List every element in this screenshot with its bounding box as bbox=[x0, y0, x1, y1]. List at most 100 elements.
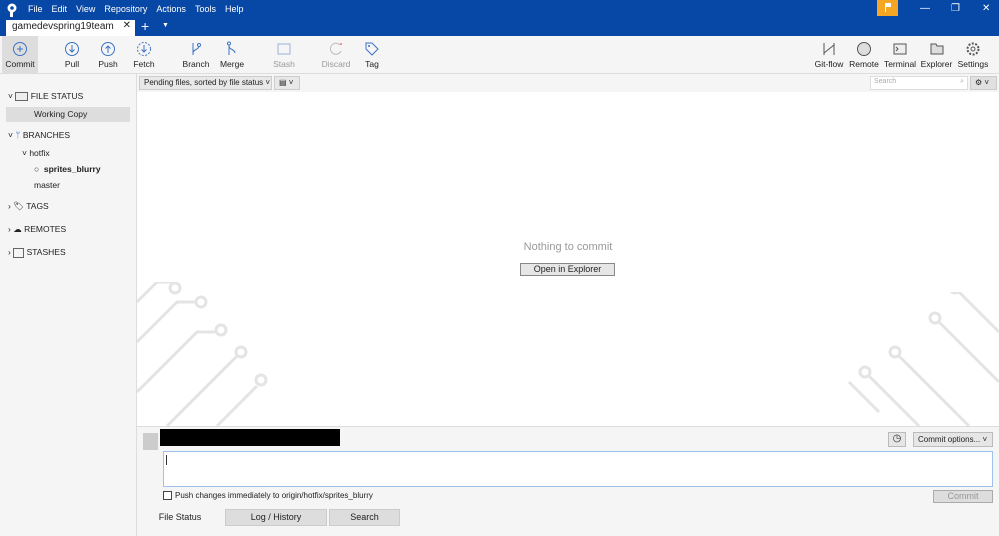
current-branch-label: sprites_blurry bbox=[43, 164, 101, 174]
close-window-button[interactable]: ✕ bbox=[982, 3, 990, 14]
tag-icon: 🏷 bbox=[13, 201, 24, 211]
branch-master[interactable]: master bbox=[34, 178, 134, 193]
monitor-icon bbox=[15, 92, 29, 102]
branch-button[interactable]: Branch bbox=[182, 36, 210, 73]
commit-options-dropdown[interactable]: Commit options... ˅ bbox=[913, 432, 993, 447]
new-tab-button[interactable]: + bbox=[141, 18, 149, 34]
plus-circle-icon bbox=[13, 42, 27, 56]
working-copy-label: Working Copy bbox=[34, 109, 88, 119]
commit-button[interactable]: Commit bbox=[2, 36, 38, 73]
menu-repository[interactable]: Repository bbox=[104, 4, 147, 14]
avatar bbox=[143, 433, 158, 450]
branch-icon bbox=[192, 43, 201, 55]
toolbar: Commit Pull Push Fetch Branch Merge Stas… bbox=[0, 36, 999, 74]
menu-bar: File Edit View Repository Actions Tools … bbox=[28, 4, 243, 14]
stashes-section[interactable]: › STASHES bbox=[8, 245, 137, 260]
commit-submit-button[interactable]: Commit bbox=[933, 490, 993, 503]
minimize-button[interactable]: — bbox=[920, 3, 930, 14]
commit-label: Commit bbox=[5, 59, 35, 69]
pull-button[interactable]: Pull bbox=[58, 36, 86, 73]
sort-dropdown[interactable]: Pending files, sorted by file status ˅ bbox=[139, 76, 272, 90]
menu-view[interactable]: View bbox=[76, 4, 95, 14]
settings-button[interactable]: Settings bbox=[956, 36, 990, 73]
stash-button[interactable]: Stash bbox=[270, 36, 298, 73]
branch-sprites-blurry[interactable]: ○ sprites_blurry bbox=[34, 162, 134, 177]
folder-icon bbox=[930, 43, 943, 55]
tag-button[interactable]: Tag bbox=[358, 36, 386, 73]
redacted-author bbox=[160, 429, 340, 446]
terminal-label: Terminal bbox=[883, 59, 917, 69]
branch-folder-hotfix[interactable]: ˅ hotfix bbox=[22, 146, 132, 161]
current-branch-icon: ○ bbox=[34, 164, 40, 174]
menu-file[interactable]: File bbox=[28, 4, 43, 14]
file-status-section[interactable]: ˅ FILE STATUS bbox=[8, 89, 137, 104]
tab-log-history[interactable]: Log / History bbox=[225, 509, 327, 526]
merge-icon bbox=[227, 41, 236, 55]
globe-icon bbox=[857, 42, 871, 56]
push-immediately-label: Push changes immediately to origin/hotfi… bbox=[175, 491, 373, 500]
settings-label: Settings bbox=[957, 59, 989, 69]
search-input[interactable]: Search ⌕ bbox=[870, 76, 968, 90]
remotes-label: REMOTES bbox=[24, 224, 67, 234]
search-icon: ⌕ bbox=[960, 78, 964, 85]
push-label: Push bbox=[98, 59, 118, 69]
notification-flag-button[interactable] bbox=[877, 0, 898, 16]
explorer-button[interactable]: Explorer bbox=[920, 36, 953, 73]
cloud-icon: ☁ bbox=[13, 224, 22, 234]
pull-label: Pull bbox=[64, 59, 80, 69]
sidebar-item-working-copy[interactable]: Working Copy bbox=[6, 107, 130, 122]
terminal-button[interactable]: Terminal bbox=[883, 36, 917, 73]
commit-panel: ◷ Commit options... ˅ Push changes immed… bbox=[137, 426, 999, 536]
stash-label: Stash bbox=[273, 59, 295, 69]
tab-search[interactable]: Search bbox=[329, 509, 400, 526]
fetch-button[interactable]: Fetch bbox=[130, 36, 158, 73]
restore-button[interactable]: ❐ bbox=[951, 3, 960, 14]
search-placeholder: Search bbox=[874, 78, 897, 85]
discard-button[interactable]: Discard bbox=[320, 36, 352, 73]
menu-actions[interactable]: Actions bbox=[156, 4, 186, 14]
menu-help[interactable]: Help bbox=[225, 4, 244, 14]
tags-section[interactable]: › 🏷 TAGS bbox=[8, 199, 137, 214]
remotes-section[interactable]: › ☁ REMOTES bbox=[8, 222, 137, 237]
gear-icon bbox=[966, 42, 980, 56]
repo-tab[interactable]: gamedevspring19team ✕ bbox=[6, 20, 135, 36]
push-immediately-checkbox[interactable]: Push changes immediately to origin/hotfi… bbox=[163, 491, 373, 500]
sidebar: ˅ FILE STATUS Working Copy ˅ ᛘ BRANCHES … bbox=[0, 74, 137, 536]
commit-options-label: Commit options... bbox=[918, 435, 981, 444]
commit-message-input[interactable] bbox=[163, 451, 993, 487]
tag-label: Tag bbox=[365, 59, 379, 69]
branches-section[interactable]: ˅ ᛘ BRANCHES bbox=[8, 128, 137, 143]
master-label: master bbox=[34, 180, 60, 190]
filter-bar: Pending files, sorted by file status ˅ ▤… bbox=[137, 74, 999, 92]
tab-file-status[interactable]: File Status bbox=[137, 509, 223, 526]
flag-icon bbox=[885, 3, 891, 12]
branch-icon: ᛘ bbox=[15, 130, 21, 140]
terminal-icon bbox=[893, 43, 907, 55]
arrow-up-circle-icon bbox=[101, 42, 115, 56]
discard-label: Discard bbox=[321, 59, 351, 69]
history-button[interactable]: ◷ bbox=[888, 432, 906, 447]
view-mode-dropdown[interactable]: ▤ ˅ bbox=[274, 76, 300, 90]
gitflow-button[interactable]: Git-flow bbox=[812, 36, 846, 73]
circuit-decoration-right bbox=[847, 292, 999, 426]
remote-label: Remote bbox=[849, 59, 879, 69]
tab-dropdown-button[interactable]: ▼ bbox=[162, 22, 169, 29]
stashes-label: STASHES bbox=[26, 247, 66, 257]
options-gear-dropdown[interactable]: ⚙ ˅ bbox=[970, 76, 997, 90]
branch-label: Branch bbox=[182, 59, 210, 69]
merge-button[interactable]: Merge bbox=[218, 36, 246, 73]
menu-tools[interactable]: Tools bbox=[195, 4, 216, 14]
arrow-down-circle-icon bbox=[65, 42, 79, 56]
close-tab-icon[interactable]: ✕ bbox=[123, 20, 131, 31]
open-in-explorer-button[interactable]: Open in Explorer bbox=[520, 263, 615, 276]
branches-label: BRANCHES bbox=[22, 130, 71, 140]
explorer-label: Explorer bbox=[920, 59, 953, 69]
tags-label: TAGS bbox=[26, 201, 49, 211]
fetch-icon bbox=[137, 42, 151, 56]
remote-button[interactable]: Remote bbox=[848, 36, 880, 73]
file-status-label: FILE STATUS bbox=[30, 91, 84, 101]
file-status-panel: Nothing to commit Open in Explorer bbox=[137, 92, 999, 426]
menu-edit[interactable]: Edit bbox=[52, 4, 68, 14]
push-button[interactable]: Push bbox=[94, 36, 122, 73]
stash-icon bbox=[277, 43, 291, 55]
